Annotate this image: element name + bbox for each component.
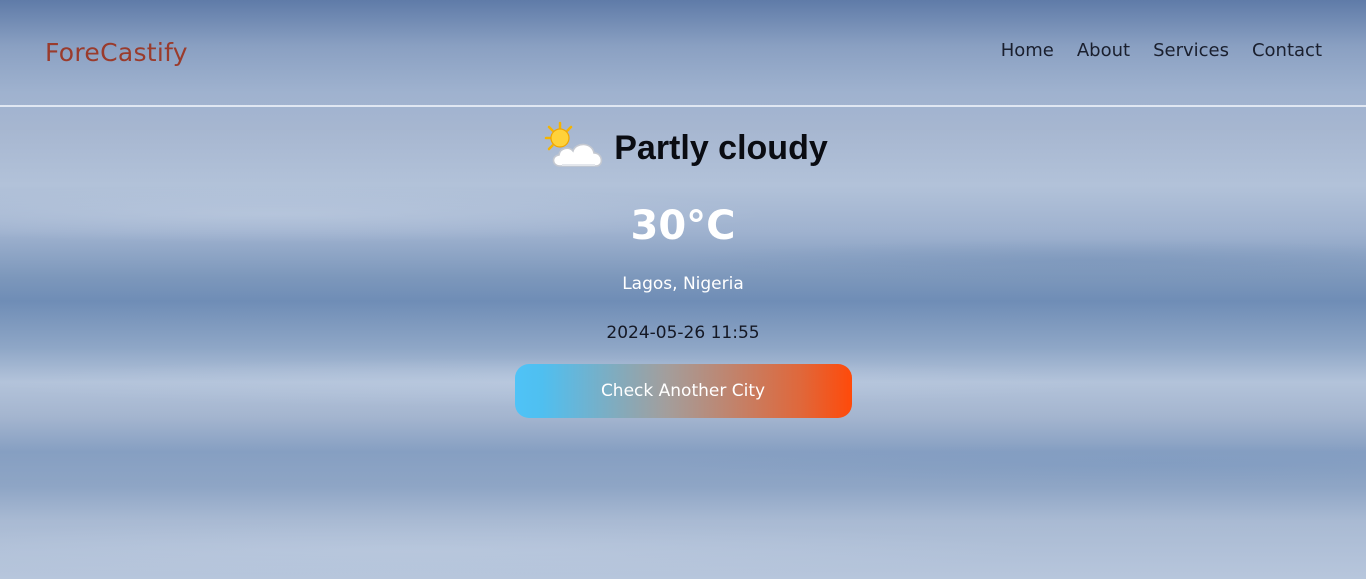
nav-link-services[interactable]: Services <box>1153 40 1229 61</box>
temperature: 30°C <box>630 203 736 249</box>
location: Lagos, Nigeria <box>622 274 744 294</box>
weather-card: Partly cloudy 30°C Lagos, Nigeria 2024-0… <box>0 108 1366 418</box>
weather-condition: Partly cloudy <box>614 128 828 167</box>
datetime: 2024-05-26 11:55 <box>606 323 760 343</box>
condition-row: Partly cloudy <box>0 120 1366 176</box>
check-another-city-button[interactable]: Check Another City <box>514 364 852 418</box>
sun-behind-cloud-icon <box>538 120 606 176</box>
main-nav: Home About Services Contact <box>1001 40 1322 61</box>
site-header: ForeCastify Home About Services Contact <box>0 0 1366 107</box>
logo[interactable]: ForeCastify <box>45 38 188 67</box>
nav-link-home[interactable]: Home <box>1001 40 1054 61</box>
nav-link-contact[interactable]: Contact <box>1252 40 1322 61</box>
nav-link-about[interactable]: About <box>1077 40 1130 61</box>
